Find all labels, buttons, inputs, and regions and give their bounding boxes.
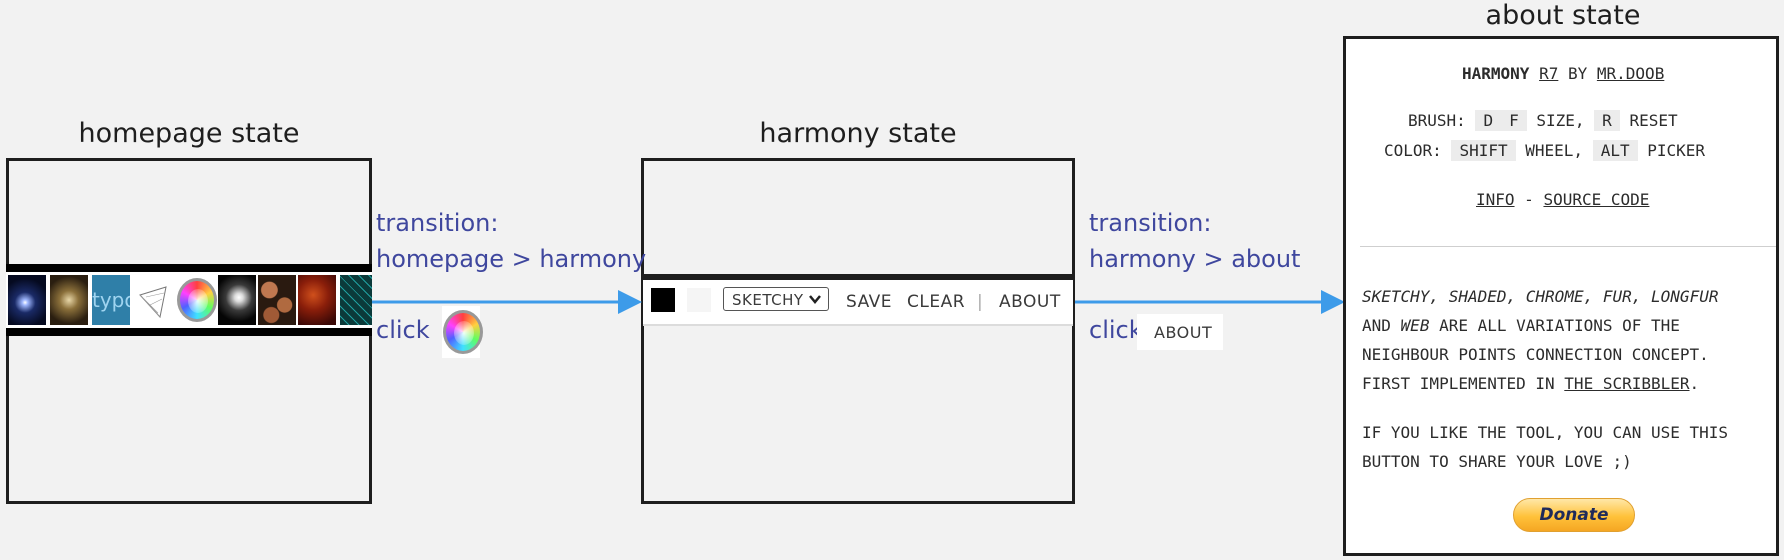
transition-1-click-label: click: [376, 316, 430, 344]
type-thumb[interactable]: typo: [92, 275, 130, 325]
donate-button[interactable]: Donate: [1513, 498, 1635, 532]
brush-longfur: LONGFUR: [1651, 287, 1719, 306]
about-button[interactable]: ABOUT: [999, 292, 1061, 312]
grid-thumb[interactable]: [340, 275, 372, 325]
clear-button[interactable]: CLEAR: [907, 292, 965, 312]
brush-shaded: SHADED,: [1448, 287, 1517, 306]
background-color-swatch[interactable]: [687, 288, 711, 312]
save-button[interactable]: SAVE: [846, 292, 892, 312]
variations-text: ARE ALL VARIATIONS OF THE: [1439, 316, 1680, 335]
brush-description-line2: AND WEB ARE ALL VARIATIONS OF THE: [1362, 316, 1680, 335]
donate-button-label: Donate: [1539, 505, 1609, 525]
stones-thumb[interactable]: [258, 275, 296, 325]
brush-select[interactable]: SKETCHY: [723, 287, 829, 311]
chevron-down-icon: [808, 290, 822, 312]
picker-text: PICKER: [1647, 141, 1706, 160]
transition-1-arrow: [372, 290, 642, 314]
brush-shortcuts: BRUSH: DF SIZE, R RESET: [1408, 110, 1678, 131]
author-link[interactable]: MR.DOOB: [1597, 64, 1664, 83]
wheel-text: WHEEL,: [1525, 141, 1584, 160]
source-code-link[interactable]: SOURCE CODE: [1543, 190, 1649, 209]
about-links: INFO - SOURCE CODE: [1476, 190, 1649, 209]
key-f: F: [1501, 110, 1527, 131]
share-line1: IF YOU LIKE THE TOOL, YOU CAN USE THIS: [1362, 423, 1729, 442]
transition-2-about-chip: ABOUT: [1137, 314, 1223, 350]
brush-description-line1: SKETCHY, SHADED, CHROME, FUR, LONGFUR: [1362, 287, 1718, 306]
toolbar-top-border: [643, 274, 1073, 280]
thumbnail-row: typo: [6, 272, 372, 328]
mesh-graphic: [139, 286, 167, 319]
brush-web: WEB: [1400, 316, 1430, 335]
by-text: BY: [1567, 64, 1588, 83]
transition-2-click-label: click: [1089, 316, 1143, 344]
brush-description-line3: NEIGHBOUR POINTS CONNECTION CONCEPT.: [1362, 345, 1709, 364]
first-implemented-text: FIRST IMPLEMENTED IN: [1362, 374, 1555, 393]
version-link[interactable]: R7: [1539, 64, 1558, 83]
foreground-color-swatch[interactable]: [651, 288, 675, 312]
links-dash: -: [1524, 190, 1534, 209]
harmony-toolbar: SKETCHY SAVE CLEAR | ABOUT: [643, 274, 1073, 326]
transition-2-label-line1: transition:: [1089, 209, 1212, 237]
type-thumb-text: typo: [92, 288, 130, 312]
mesh-thumb[interactable]: [136, 275, 174, 325]
brush-label: BRUSH:: [1408, 111, 1466, 130]
toolbar-separator: |: [977, 292, 984, 312]
about-panel: HARMONY R7 BY MR.DOOB BRUSH: DF SIZE, R …: [1346, 39, 1776, 553]
share-line2: BUTTON TO SHARE YOUR LOVE ;): [1362, 452, 1632, 471]
about-divider: [1360, 246, 1776, 247]
homepage-thumbnail-strip: typo: [6, 264, 372, 336]
glow-orb-thumb[interactable]: [8, 275, 46, 325]
color-shortcuts: COLOR: SHIFT WHEEL, ALT PICKER: [1384, 140, 1706, 161]
transition-1-color-wheel-icon: [442, 306, 483, 358]
light-orb-thumb[interactable]: [218, 275, 256, 325]
key-d: D: [1475, 110, 1502, 131]
reset-text: RESET: [1629, 111, 1678, 130]
transition-1-label-line1: transition:: [376, 209, 499, 237]
homepage-state-title: homepage state: [78, 118, 300, 149]
transition-2-about-chip-label: ABOUT: [1154, 323, 1213, 342]
harmony-state-frame: [641, 158, 1075, 504]
key-shift: SHIFT: [1451, 140, 1516, 161]
color-wheel-icon[interactable]: [174, 275, 218, 325]
transition-2-label-line2: harmony > about: [1089, 245, 1301, 273]
scribbler-link[interactable]: THE SCRIBBLER: [1564, 374, 1689, 393]
about-state-title: about state: [1485, 0, 1641, 31]
toolbar-bottom-border: [643, 324, 1073, 326]
size-text: SIZE,: [1536, 111, 1585, 130]
brush-sketchy: SKETCHY,: [1362, 287, 1440, 306]
fire-thumb[interactable]: [298, 275, 336, 325]
app-name: HARMONY: [1462, 64, 1530, 83]
key-alt: ALT: [1592, 140, 1638, 161]
color-label: COLOR:: [1384, 141, 1442, 160]
about-header: HARMONY R7 BY MR.DOOB: [1462, 64, 1664, 83]
transition-2-arrow: [1075, 290, 1345, 314]
and-text: AND: [1362, 316, 1391, 335]
brush-description-line4: FIRST IMPLEMENTED IN THE SCRIBBLER.: [1362, 374, 1699, 393]
brush-chrome: CHROME,: [1525, 287, 1594, 306]
info-link[interactable]: INFO: [1476, 190, 1515, 209]
brush-select-value: SKETCHY: [732, 291, 804, 309]
key-r: R: [1594, 110, 1620, 131]
harmony-state-title: harmony state: [759, 118, 957, 149]
transition-1-label-line2: homepage > harmony: [376, 245, 647, 273]
brush-fur: FUR,: [1602, 287, 1642, 306]
period-text: .: [1689, 374, 1700, 393]
swirl-thumb[interactable]: [50, 275, 88, 325]
